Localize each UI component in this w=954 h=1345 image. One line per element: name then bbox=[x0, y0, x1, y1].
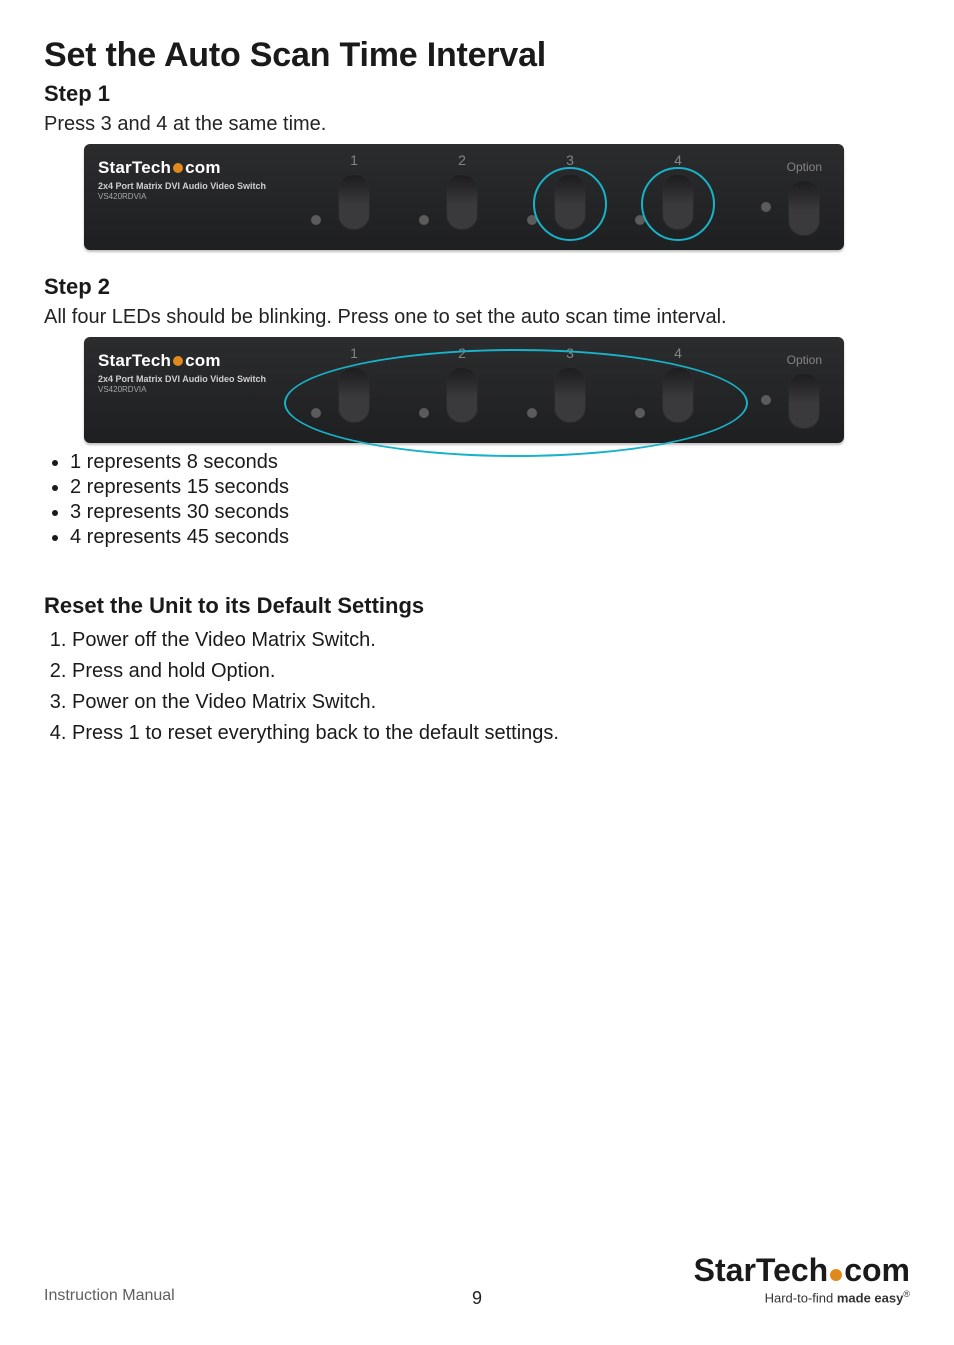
port-button bbox=[554, 174, 586, 230]
port-2: 2 bbox=[430, 152, 494, 230]
device-model: VS420RDVIA bbox=[98, 385, 266, 394]
brand-post: com bbox=[185, 351, 221, 371]
list-item: 4 represents 45 seconds bbox=[70, 526, 910, 549]
port-number: 2 bbox=[458, 152, 466, 168]
port-button bbox=[662, 174, 694, 230]
footer-brand: StarTech com bbox=[694, 1252, 910, 1289]
port-4: 4 bbox=[646, 152, 710, 230]
port-number: 3 bbox=[566, 345, 574, 361]
step2-text: All four LEDs should be blinking. Press … bbox=[44, 306, 910, 329]
option-block: Option bbox=[787, 353, 822, 429]
device-brand: StarTech com bbox=[98, 158, 266, 178]
port-1: 1 bbox=[322, 152, 386, 230]
device-panel: StarTech com 2x4 Port Matrix DVI Audio Vi… bbox=[84, 337, 844, 443]
device-model: VS420RDVIA bbox=[98, 192, 266, 201]
port-number: 2 bbox=[458, 345, 466, 361]
led-icon bbox=[761, 395, 771, 405]
highlight-circle-icon bbox=[533, 167, 607, 241]
option-button bbox=[788, 180, 820, 236]
device-product-line: 2x4 Port Matrix DVI Audio Video Switch bbox=[98, 182, 266, 192]
port-3: 3 bbox=[538, 345, 602, 423]
port-button bbox=[662, 367, 694, 423]
list-item: Power on the Video Matrix Switch. bbox=[72, 691, 910, 714]
option-button bbox=[788, 373, 820, 429]
list-item: Press and hold Option. bbox=[72, 660, 910, 683]
brand-dot-icon bbox=[830, 1269, 842, 1281]
brand-post: com bbox=[185, 158, 221, 178]
brand-pre: StarTech bbox=[694, 1252, 829, 1289]
brand-pre: StarTech bbox=[98, 351, 171, 371]
port-button bbox=[446, 367, 478, 423]
brand-pre: StarTech bbox=[98, 158, 171, 178]
option-label: Option bbox=[787, 160, 822, 174]
list-item: 1 represents 8 seconds bbox=[70, 451, 910, 474]
port-button bbox=[554, 367, 586, 423]
option-label: Option bbox=[787, 353, 822, 367]
led-icon bbox=[761, 202, 771, 212]
led-icon bbox=[419, 215, 429, 225]
list-item: Power off the Video Matrix Switch. bbox=[72, 629, 910, 652]
page-title: Set the Auto Scan Time Interval bbox=[44, 36, 910, 75]
page-footer: Instruction Manual 9 StarTechcom Hard-to… bbox=[44, 1252, 910, 1305]
port-button bbox=[338, 367, 370, 423]
led-icon bbox=[311, 408, 321, 418]
port-button bbox=[446, 174, 478, 230]
device-ports-row: 1 2 3 4 bbox=[322, 345, 710, 423]
page-number: 9 bbox=[44, 1288, 910, 1309]
device-label-block: StarTech com 2x4 Port Matrix DVI Audio Vi… bbox=[98, 158, 266, 201]
led-icon bbox=[635, 215, 645, 225]
device-illustration-step2: StarTech com 2x4 Port Matrix DVI Audio Vi… bbox=[84, 337, 910, 443]
led-icon bbox=[419, 408, 429, 418]
port-3: 3 bbox=[538, 152, 602, 230]
device-panel: StarTech com 2x4 Port Matrix DVI Audio Vi… bbox=[84, 144, 844, 250]
instruction-manual-page: Set the Auto Scan Time Interval Step 1 P… bbox=[0, 0, 954, 1345]
led-icon bbox=[635, 408, 645, 418]
port-1: 1 bbox=[322, 345, 386, 423]
device-illustration-step1: StarTech com 2x4 Port Matrix DVI Audio Vi… bbox=[84, 144, 910, 250]
port-number: 1 bbox=[350, 152, 358, 168]
device-product-line: 2x4 Port Matrix DVI Audio Video Switch bbox=[98, 375, 266, 385]
led-icon bbox=[311, 215, 321, 225]
port-number: 4 bbox=[674, 345, 682, 361]
brand-dot-icon bbox=[173, 163, 183, 173]
highlight-circle-icon bbox=[641, 167, 715, 241]
port-button bbox=[338, 174, 370, 230]
port-number: 4 bbox=[674, 152, 682, 168]
reset-heading: Reset the Unit to its Default Settings bbox=[44, 593, 910, 619]
reset-steps-list: Power off the Video Matrix Switch. Press… bbox=[44, 629, 910, 745]
list-item: 3 represents 30 seconds bbox=[70, 501, 910, 524]
led-icon bbox=[527, 215, 537, 225]
brand-post: com bbox=[844, 1252, 910, 1289]
step1-heading: Step 1 bbox=[44, 81, 910, 107]
device-ports-row: 1 2 3 4 bbox=[322, 152, 710, 230]
list-item: Press 1 to reset everything back to the … bbox=[72, 722, 910, 745]
device-brand: StarTech com bbox=[98, 351, 266, 371]
led-icon bbox=[527, 408, 537, 418]
step1-text: Press 3 and 4 at the same time. bbox=[44, 113, 910, 136]
port-number: 3 bbox=[566, 152, 574, 168]
device-label-block: StarTech com 2x4 Port Matrix DVI Audio Vi… bbox=[98, 351, 266, 394]
port-2: 2 bbox=[430, 345, 494, 423]
brand-dot-icon bbox=[173, 356, 183, 366]
step2-heading: Step 2 bbox=[44, 274, 910, 300]
interval-meaning-list: 1 represents 8 seconds 2 represents 15 s… bbox=[44, 451, 910, 549]
option-block: Option bbox=[787, 160, 822, 236]
list-item: 2 represents 15 seconds bbox=[70, 476, 910, 499]
port-number: 1 bbox=[350, 345, 358, 361]
port-4: 4 bbox=[646, 345, 710, 423]
